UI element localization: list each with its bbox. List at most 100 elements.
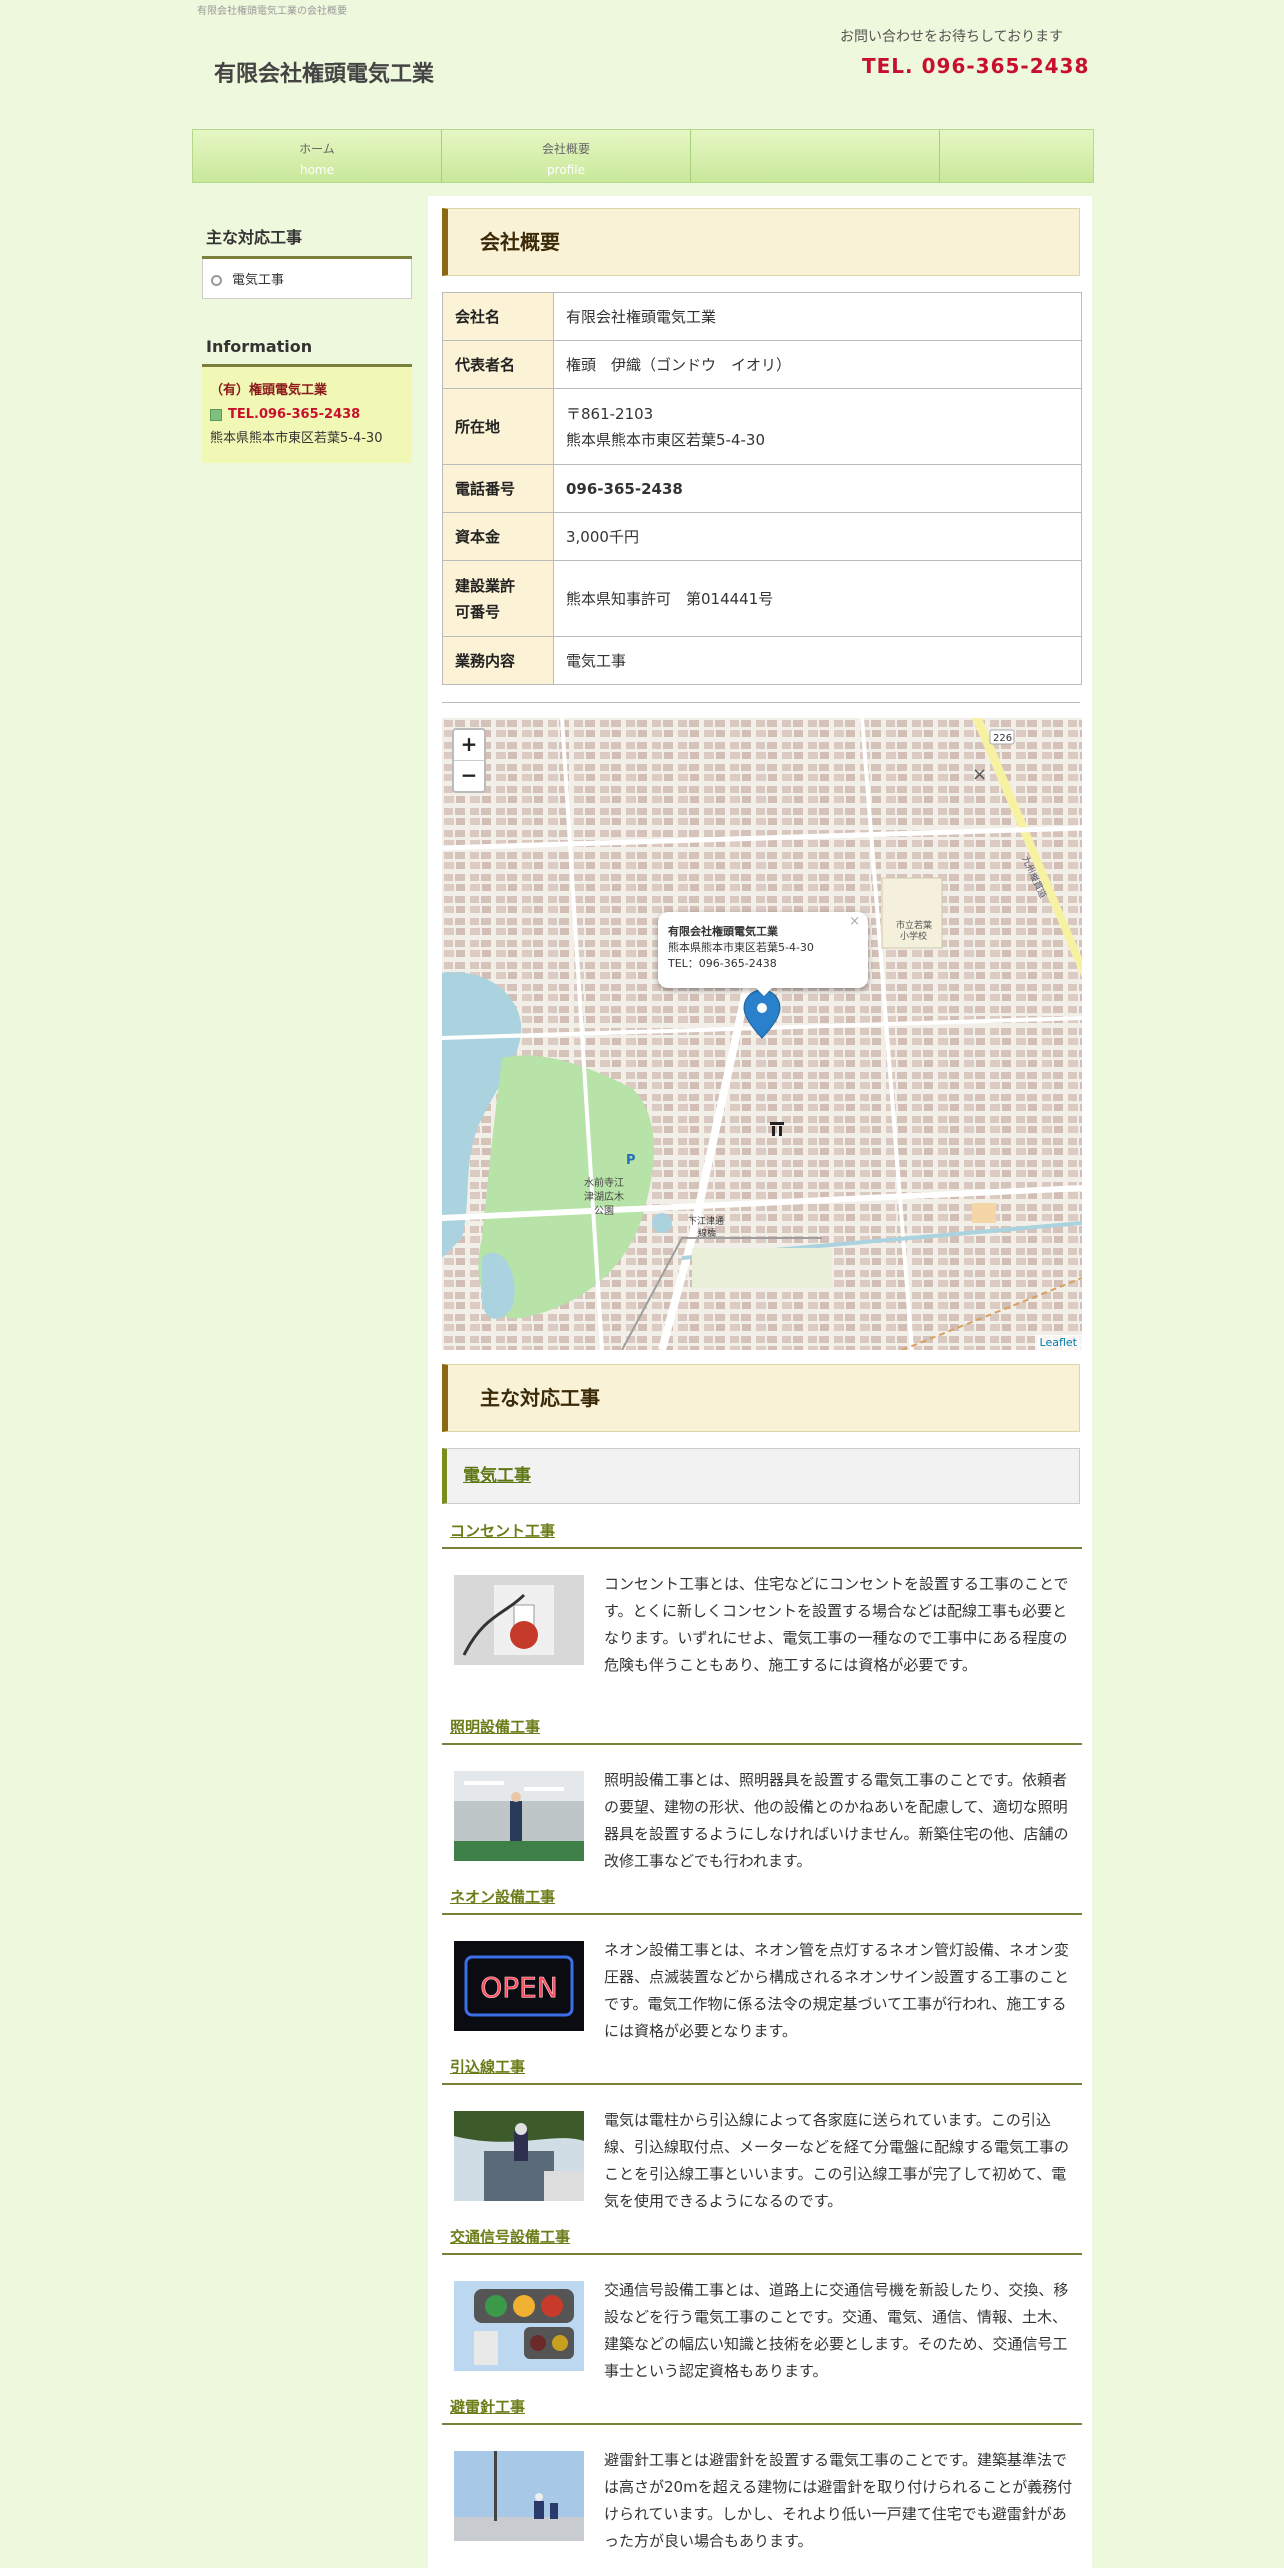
work-title-link[interactable]: 引込線工事 bbox=[442, 2056, 1082, 2085]
subcategory-link[interactable]: 電気工事 bbox=[463, 1466, 531, 1486]
popup-tel: TEL：096-365-2438 bbox=[668, 957, 777, 970]
nav-label: 会社概要 bbox=[541, 142, 590, 156]
work-item: 照明設備工事 照明設備工事とは、照明器具を設置する電気工事のことです。依頼者の要… bbox=[442, 1716, 1082, 1875]
sidebar-item-label: 電気工事 bbox=[232, 273, 285, 288]
work-item: 交通信号設備工事 交通信号設備工事とは、道路上に交通信号機を新設したり、交換、移… bbox=[442, 2226, 1082, 2385]
popup-address: 熊本県熊本市東区若葉5-4-30 bbox=[668, 941, 814, 954]
work-body: 避雷針工事とは避雷針を設置する電気工事のことです。建築基準法では高さが20mを超… bbox=[442, 2425, 1082, 2555]
sidebar-info-box: （有）権頭電気工業 TEL.096-365-2438 熊本県熊本市東区若葉5-4… bbox=[202, 367, 412, 463]
contact-tel[interactable]: TEL. 096-365-2438 bbox=[862, 54, 1089, 78]
nav-item-empty bbox=[691, 130, 940, 182]
row-value: 権頭 伊織（ゴンドウ イオリ） bbox=[553, 340, 1082, 389]
work-description: 電気は電柱から引込線によって各家庭に送られています。この引込線、引込線取付点、メ… bbox=[604, 2111, 1070, 2210]
profile-table: 会社名 有限会社権頭電気工業 代表者名 権頭 伊織（ゴンドウ イオリ） 所在地 … bbox=[442, 292, 1082, 685]
work-description: ネオン設備工事とは、ネオン管を点灯するネオン管灯設備、ネオン変圧器、点滅装置など… bbox=[604, 1941, 1070, 2040]
work-body: コンセント工事とは、住宅などにコンセントを設置する工事のことです。とくに新しくコ… bbox=[442, 1549, 1082, 1679]
table-row: 資本金 3,000千円 bbox=[442, 512, 1082, 561]
work-item: ネオン設備工事 OPEN ネオン設備工事とは、ネオン管を点灯するネオン管灯設備、… bbox=[442, 1886, 1082, 2045]
row-label: 所在地 bbox=[442, 388, 554, 465]
work-body: 交通信号設備工事とは、道路上に交通信号機を新設したり、交換、移設などを行う電気工… bbox=[442, 2255, 1082, 2385]
map-label-school: 市立若葉小学校 bbox=[896, 919, 932, 942]
phone-icon bbox=[210, 408, 222, 421]
table-row: 電話番号 096-365-2438 bbox=[442, 464, 1082, 513]
bullet-icon bbox=[211, 275, 222, 286]
work-description: 交通信号設備工事とは、道路上に交通信号機を新設したり、交換、移設などを行う電気工… bbox=[604, 2281, 1069, 2380]
map-tiles[interactable]: 市立若葉小学校 水前寺江津湖広木公園 下江津通線橋 226 九州縦貫道 P bbox=[442, 718, 1082, 1350]
nav-sublabel: profile bbox=[547, 163, 585, 177]
sidebar-info-heading: Information bbox=[202, 335, 412, 367]
work-body: OPEN ネオン設備工事とは、ネオン管を点灯するネオン管灯設備、ネオン変圧器、点… bbox=[442, 1915, 1082, 2045]
row-value: 3,000千円 bbox=[553, 512, 1082, 561]
nav-item-home[interactable]: ホーム home bbox=[193, 130, 442, 182]
work-body: 照明設備工事とは、照明器具を設置する電気工事のことです。依頼者の要望、建物の形状… bbox=[442, 1745, 1082, 1875]
map-popup: × 有限会社権頭電気工業 熊本県熊本市東区若葉5-4-30 TEL：096-36… bbox=[658, 912, 868, 996]
map-close-icon[interactable]: × bbox=[972, 764, 987, 785]
work-title-link[interactable]: 避雷針工事 bbox=[442, 2396, 1082, 2425]
site-title[interactable]: 有限会社権頭電気工業 bbox=[214, 56, 434, 88]
neon-sign-photo: OPEN bbox=[454, 1941, 584, 2031]
map-attribution-link[interactable]: Leaflet bbox=[1034, 1335, 1082, 1350]
row-value: 〒861-2103 熊本県熊本市東区若葉5-4-30 bbox=[553, 388, 1082, 465]
works-heading: 主な対応工事 bbox=[442, 1364, 1080, 1432]
row-label: 会社名 bbox=[442, 292, 554, 341]
row-label: 建設業許 可番号 bbox=[442, 560, 554, 637]
traffic-light-photo bbox=[454, 2281, 584, 2371]
table-row: 業務内容 電気工事 bbox=[442, 636, 1082, 685]
row-value: 熊本県知事許可 第014441号 bbox=[553, 560, 1082, 637]
popup-tip bbox=[754, 986, 774, 996]
nav-item-profile[interactable]: 会社概要 profile bbox=[442, 130, 691, 182]
work-item: 避雷針工事 避雷針工事とは避雷針を設置する電気工事のことです。建築基準法では高さ… bbox=[442, 2396, 1082, 2555]
address: 熊本県熊本市東区若葉5-4-30 bbox=[566, 430, 766, 449]
info-tel[interactable]: TEL.096-365-2438 bbox=[228, 407, 360, 422]
lighting-photo bbox=[454, 1771, 584, 1861]
work-description: コンセント工事とは、住宅などにコンセントを設置する工事のことです。とくに新しくコ… bbox=[604, 1575, 1069, 1674]
outlet-photo bbox=[454, 1575, 584, 1665]
contact-note: お問い合わせをお待ちしております bbox=[840, 29, 1064, 45]
row-label: 電話番号 bbox=[442, 464, 554, 513]
table-row: 代表者名 権頭 伊織（ゴンドウ イオリ） bbox=[442, 340, 1082, 389]
zoom-out-button[interactable]: − bbox=[454, 761, 484, 791]
work-description: 照明設備工事とは、照明器具を設置する電気工事のことです。依頼者の要望、建物の形状… bbox=[604, 1771, 1069, 1870]
postal-code: 〒861-2103 bbox=[566, 404, 654, 423]
sidebar: 主な対応工事 電気工事 Information （有）権頭電気工業 TEL.09… bbox=[202, 222, 412, 463]
page-topline: 有限会社権頭電気工業の会社概要 bbox=[197, 6, 347, 17]
row-label-line1: 建設業許 bbox=[455, 576, 516, 595]
table-row: 会社名 有限会社権頭電気工業 bbox=[442, 292, 1082, 341]
subcategory-heading: 電気工事 bbox=[442, 1448, 1080, 1504]
zoom-controls: + − bbox=[452, 728, 486, 793]
map-parking: P bbox=[626, 1153, 636, 1168]
table-row: 所在地 〒861-2103 熊本県熊本市東区若葉5-4-30 bbox=[442, 388, 1082, 465]
global-nav: ホーム home 会社概要 profile bbox=[192, 129, 1094, 183]
sidebar-works-heading: 主な対応工事 bbox=[202, 222, 412, 259]
work-title-link[interactable]: 照明設備工事 bbox=[442, 1716, 1082, 1745]
work-body: 電気は電柱から引込線によって各家庭に送られています。この引込線、引込線取付点、メ… bbox=[442, 2085, 1082, 2215]
nav-sublabel: home bbox=[299, 163, 335, 177]
profile-heading: 会社概要 bbox=[442, 208, 1080, 276]
row-value-tel[interactable]: 096-365-2438 bbox=[553, 464, 1082, 513]
row-label-line2: 可番号 bbox=[455, 602, 501, 621]
row-label: 代表者名 bbox=[442, 340, 554, 389]
popup-close-icon[interactable]: × bbox=[849, 914, 860, 930]
row-value: 有限会社権頭電気工業 bbox=[553, 292, 1082, 341]
work-item: 引込線工事 電気は電柱から引込線によって各家庭に送られています。この引込線、引込… bbox=[442, 2056, 1082, 2215]
work-title-link[interactable]: 交通信号設備工事 bbox=[442, 2226, 1082, 2255]
divider bbox=[442, 702, 1080, 703]
work-title-link[interactable]: コンセント工事 bbox=[442, 1520, 1082, 1549]
row-label: 業務内容 bbox=[442, 636, 554, 685]
service-line-photo bbox=[454, 2111, 584, 2201]
info-company: （有）権頭電気工業 bbox=[210, 383, 328, 398]
info-address: 熊本県熊本市東区若葉5-4-30 bbox=[210, 431, 383, 446]
row-label: 資本金 bbox=[442, 512, 554, 561]
popup-title: 有限会社権頭電気工業 bbox=[668, 925, 778, 938]
work-title-link[interactable]: ネオン設備工事 bbox=[442, 1886, 1082, 1915]
lightning-rod-photo bbox=[454, 2451, 584, 2541]
work-description: 避雷針工事とは避雷針を設置する電気工事のことです。建築基準法では高さが20mを超… bbox=[604, 2451, 1073, 2550]
map[interactable]: 市立若葉小学校 水前寺江津湖広木公園 下江津通線橋 226 九州縦貫道 P + … bbox=[442, 718, 1082, 1350]
row-value: 電気工事 bbox=[553, 636, 1082, 685]
table-row: 建設業許 可番号 熊本県知事許可 第014441号 bbox=[442, 560, 1082, 637]
neon-sign-text: OPEN bbox=[480, 1971, 558, 2004]
sidebar-item-electric[interactable]: 電気工事 bbox=[202, 259, 412, 299]
zoom-in-button[interactable]: + bbox=[454, 730, 484, 761]
nav-label: ホーム bbox=[299, 142, 335, 156]
main-content: 会社概要 会社名 有限会社権頭電気工業 代表者名 権頭 伊織（ゴンドウ イオリ）… bbox=[428, 196, 1092, 2568]
